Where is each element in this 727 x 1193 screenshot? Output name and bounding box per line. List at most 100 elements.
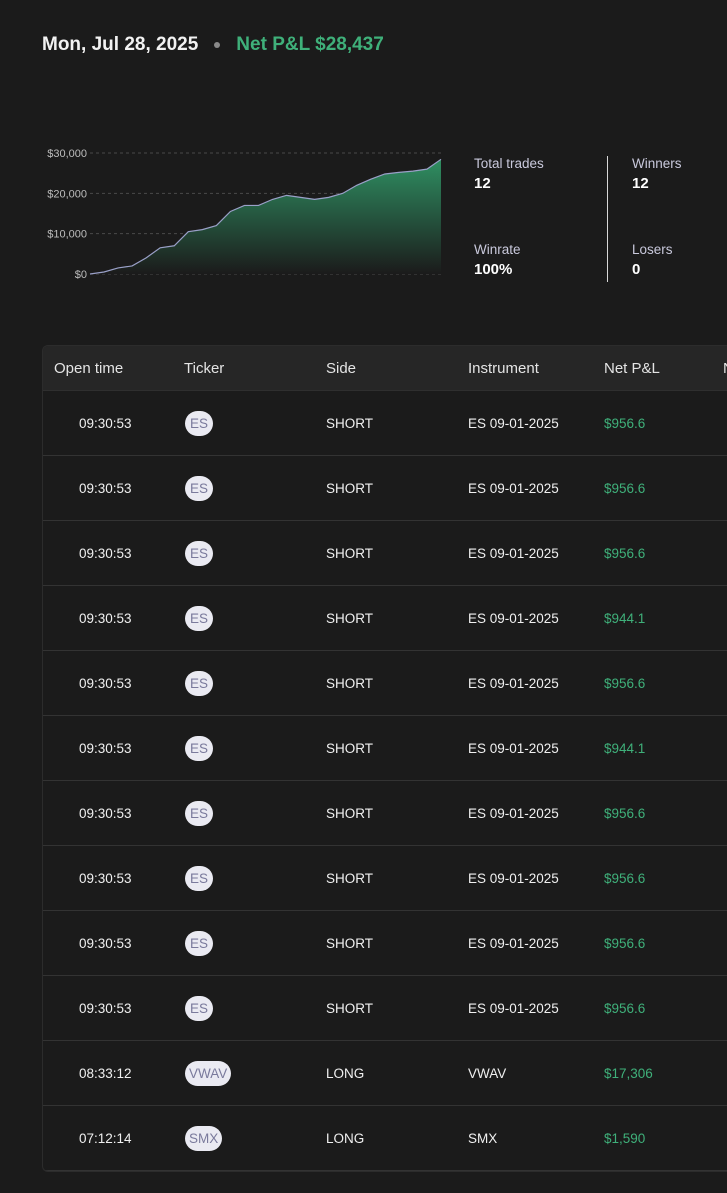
ticker-badge[interactable]: ES <box>185 475 213 501</box>
cell-instrument: VWAV <box>468 1065 507 1081</box>
cell-net-pnl: $944.1 <box>604 610 646 626</box>
date-title: Mon, Jul 28, 2025 <box>42 34 199 55</box>
stats-divider <box>607 156 608 282</box>
stat-value: 12 <box>632 175 649 192</box>
cell-net-pnl: $956.6 <box>604 935 646 951</box>
cell-net-pnl: $944.1 <box>604 740 646 756</box>
cell-open-time: 09:30:53 <box>79 675 132 691</box>
cell-side: SHORT <box>326 1000 374 1016</box>
ticker-badge[interactable]: ES <box>185 605 213 631</box>
cumulative-pnl-chart: $0 $10,000 $20,000 $30,000 <box>36 140 448 286</box>
column-header-ticker[interactable]: Ticker <box>184 360 224 377</box>
stat-label: Winners <box>632 156 682 171</box>
cell-instrument: ES 09-01-2025 <box>468 805 559 821</box>
cell-open-time: 07:12:14 <box>79 1130 132 1146</box>
table-row[interactable]: 09:30:53 ES SHORT ES 09-01-2025 $956.6 <box>43 781 727 846</box>
cell-ticker: ES <box>185 976 213 1040</box>
cell-instrument: ES 09-01-2025 <box>468 545 559 561</box>
ticker-badge[interactable]: ES <box>185 995 213 1021</box>
column-header-side[interactable]: Side <box>326 360 356 377</box>
cell-side: SHORT <box>326 610 374 626</box>
cell-ticker: ES <box>185 586 213 650</box>
cell-side: LONG <box>326 1130 365 1146</box>
table-row[interactable]: 09:30:53 ES SHORT ES 09-01-2025 $956.6 <box>43 846 727 911</box>
ticker-badge[interactable]: ES <box>185 865 213 891</box>
ticker-badge[interactable]: VWAV <box>185 1060 232 1086</box>
cell-side: SHORT <box>326 740 374 756</box>
stat-value: 12 <box>474 175 491 192</box>
stat-value: 100% <box>474 261 513 278</box>
column-header-instrument[interactable]: Instrument <box>468 360 539 377</box>
cell-instrument: ES 09-01-2025 <box>468 740 559 756</box>
ticker-badge[interactable]: ES <box>185 540 213 566</box>
cell-net-pnl: $956.6 <box>604 805 646 821</box>
cell-open-time: 09:30:53 <box>79 1000 132 1016</box>
cell-ticker: ES <box>185 391 213 455</box>
table-row[interactable]: 08:33:12 VWAV LONG VWAV $17,306 <box>43 1041 727 1106</box>
cell-open-time: 08:33:12 <box>79 1065 132 1081</box>
ticker-badge[interactable]: ES <box>185 735 213 761</box>
table-row[interactable]: 07:12:14 SMX LONG SMX $1,590 <box>43 1106 727 1171</box>
chart-svg: $0 $10,000 $20,000 $30,000 <box>47 148 442 281</box>
cell-side: SHORT <box>326 805 374 821</box>
cell-instrument: ES 09-01-2025 <box>468 935 559 951</box>
cell-ticker: ES <box>185 781 213 845</box>
table-row[interactable]: 09:30:53 ES SHORT ES 09-01-2025 $956.6 <box>43 456 727 521</box>
cell-open-time: 09:30:53 <box>79 805 132 821</box>
cell-ticker: ES <box>185 716 213 780</box>
cell-side: LONG <box>326 1065 365 1081</box>
cell-instrument: ES 09-01-2025 <box>468 870 559 886</box>
cell-net-pnl: $956.6 <box>604 675 646 691</box>
y-tick-label: $20,000 <box>47 188 87 200</box>
cell-net-pnl: $17,306 <box>604 1065 653 1081</box>
stat-label: Winrate <box>474 242 521 257</box>
column-header-open-time[interactable]: Open time <box>54 360 123 377</box>
table-row[interactable]: 09:30:53 ES SHORT ES 09-01-2025 $944.1 <box>43 586 727 651</box>
cell-side: SHORT <box>326 415 374 431</box>
cell-open-time: 09:30:53 <box>79 545 132 561</box>
table-body: 09:30:53 ES SHORT ES 09-01-2025 $956.6 09:30:… <box>43 391 727 1171</box>
cell-ticker: ES <box>185 911 213 975</box>
cell-net-pnl: $956.6 <box>604 480 646 496</box>
stat-value: 0 <box>632 261 641 278</box>
stat-losers: Losers 0 <box>632 242 673 278</box>
table-row[interactable]: 09:30:53 ES SHORT ES 09-01-2025 $956.6 <box>43 651 727 716</box>
cell-instrument: ES 09-01-2025 <box>468 1000 559 1016</box>
table-row[interactable]: 09:30:53 ES SHORT ES 09-01-2025 $944.1 <box>43 716 727 781</box>
cell-ticker: SMX <box>185 1106 223 1170</box>
y-tick-label: $10,000 <box>47 229 87 241</box>
ticker-badge[interactable]: ES <box>185 930 213 956</box>
cell-net-pnl: $1,590 <box>604 1130 646 1146</box>
cell-net-pnl: $956.6 <box>604 870 646 886</box>
cell-instrument: ES 09-01-2025 <box>468 415 559 431</box>
table-row[interactable]: 09:30:53 ES SHORT ES 09-01-2025 $956.6 <box>43 911 727 976</box>
ticker-badge[interactable]: ES <box>185 410 213 436</box>
table-row[interactable]: 09:30:53 ES SHORT ES 09-01-2025 $956.6 <box>43 391 727 456</box>
stat-winrate: Winrate 100% <box>474 242 521 278</box>
cell-net-pnl: $956.6 <box>604 415 646 431</box>
stats-panel: Total trades 12 Winners 12 Winrate 100% … <box>474 156 727 282</box>
ticker-badge[interactable]: ES <box>185 800 213 826</box>
cell-side: SHORT <box>326 545 374 561</box>
ticker-badge[interactable]: SMX <box>185 1125 223 1151</box>
cell-side: SHORT <box>326 480 374 496</box>
cell-ticker: ES <box>185 846 213 910</box>
cell-ticker: ES <box>185 651 213 715</box>
cell-ticker: VWAV <box>185 1041 232 1105</box>
ticker-badge[interactable]: ES <box>185 670 213 696</box>
table-row[interactable]: 09:30:53 ES SHORT ES 09-01-2025 $956.6 <box>43 521 727 586</box>
net-pnl-summary: Net P&L $28,437 <box>236 34 384 55</box>
cell-open-time: 09:30:53 <box>79 480 132 496</box>
cell-side: SHORT <box>326 935 374 951</box>
separator-dot <box>214 42 221 48</box>
cell-instrument: ES 09-01-2025 <box>468 610 559 626</box>
table-header: Open time Ticker Side Instrument Net P&L… <box>43 346 727 391</box>
stat-total-trades: Total trades 12 <box>474 156 544 192</box>
column-header-truncated[interactable]: N <box>723 360 727 377</box>
column-header-net-pnl[interactable]: Net P&L <box>604 360 660 377</box>
cell-instrument: ES 09-01-2025 <box>468 480 559 496</box>
table-row[interactable]: 09:30:53 ES SHORT ES 09-01-2025 $956.6 <box>43 976 727 1041</box>
cell-open-time: 09:30:53 <box>79 870 132 886</box>
cell-net-pnl: $956.6 <box>604 1000 646 1016</box>
y-tick-label: $0 <box>75 269 87 281</box>
